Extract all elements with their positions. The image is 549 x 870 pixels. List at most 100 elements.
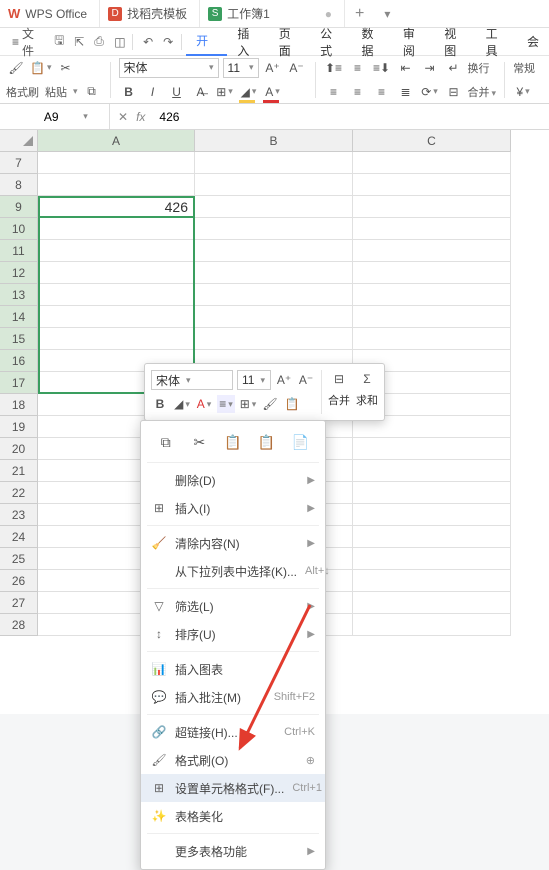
- cell-C9[interactable]: [353, 196, 511, 218]
- cell-B12[interactable]: [195, 262, 353, 284]
- row-header-11[interactable]: 11: [0, 240, 38, 262]
- mini-bold-button[interactable]: B: [151, 395, 169, 413]
- align-right-icon[interactable]: ≡: [372, 82, 392, 102]
- row-header-15[interactable]: 15: [0, 328, 38, 350]
- cell-C15[interactable]: [353, 328, 511, 350]
- mini-fill-color-button[interactable]: ◢▾: [173, 395, 191, 413]
- cut-icon[interactable]: ✂: [55, 58, 75, 78]
- cell-C11[interactable]: [353, 240, 511, 262]
- menu-item[interactable]: ▽筛选(L)▶: [141, 592, 325, 620]
- row-header-28[interactable]: 28: [0, 614, 38, 636]
- namebox-dropdown-icon[interactable]: ▾: [83, 111, 88, 122]
- border-button[interactable]: ⊞▾: [215, 82, 235, 102]
- cell-B14[interactable]: [195, 306, 353, 328]
- merge-icon[interactable]: ⊟: [444, 82, 464, 102]
- cancel-icon[interactable]: ✕: [118, 110, 128, 124]
- row-header-21[interactable]: 21: [0, 460, 38, 482]
- row-header-25[interactable]: 25: [0, 548, 38, 570]
- row-header-26[interactable]: 26: [0, 570, 38, 592]
- ribbon-tab-tools[interactable]: 工具: [476, 25, 517, 59]
- mini-decrease-font-icon[interactable]: A⁻: [297, 371, 315, 389]
- cell-C26[interactable]: [353, 570, 511, 592]
- cell-C24[interactable]: [353, 526, 511, 548]
- cell-B11[interactable]: [195, 240, 353, 262]
- menu-item[interactable]: 🖌格式刷(O)⊕: [141, 746, 325, 774]
- menu-item[interactable]: 🔗超链接(H)...Ctrl+K: [141, 718, 325, 746]
- row-header-13[interactable]: 13: [0, 284, 38, 306]
- align-center-icon[interactable]: ≡: [348, 82, 368, 102]
- indent-left-icon[interactable]: ⇤: [396, 58, 416, 78]
- cell-B8[interactable]: [195, 174, 353, 196]
- orientation-icon[interactable]: ⟳▾: [420, 82, 440, 102]
- cell-A14[interactable]: [38, 306, 195, 328]
- menu-item[interactable]: 更多表格功能▶: [141, 837, 325, 865]
- cell-C21[interactable]: [353, 460, 511, 482]
- clipboard-icon[interactable]: 📄: [289, 431, 311, 453]
- ribbon-tab-more[interactable]: 会: [517, 33, 549, 50]
- cell-C22[interactable]: [353, 482, 511, 504]
- mini-font-color-button[interactable]: A▾: [195, 395, 213, 413]
- select-all-corner[interactable]: [0, 130, 38, 152]
- row-header-22[interactable]: 22: [0, 482, 38, 504]
- tab-template[interactable]: D 找稻壳模板: [100, 0, 200, 27]
- paste-icon[interactable]: 📋: [222, 431, 244, 453]
- new-tab-button[interactable]: +: [345, 5, 374, 23]
- formula-input[interactable]: [153, 110, 549, 124]
- underline-button[interactable]: U: [167, 82, 187, 102]
- font-name-select[interactable]: 宋体▾: [119, 58, 219, 78]
- italic-button[interactable]: I: [143, 82, 163, 102]
- align-bottom-icon[interactable]: ≡⬇: [372, 58, 392, 78]
- menu-item[interactable]: ✨表格美化: [141, 802, 325, 830]
- font-color-button[interactable]: A▾: [263, 82, 283, 102]
- name-box[interactable]: ▾: [0, 104, 110, 129]
- redo-icon[interactable]: ↷: [157, 28, 177, 55]
- print-icon[interactable]: ⎙: [88, 28, 108, 55]
- cell-A12[interactable]: [38, 262, 195, 284]
- paste-label[interactable]: 粘贴: [45, 84, 67, 100]
- ribbon-tab-review[interactable]: 审阅: [393, 25, 434, 59]
- row-header-17[interactable]: 17: [0, 372, 38, 394]
- number-format-select[interactable]: 常规: [513, 60, 535, 76]
- cell-B13[interactable]: [195, 284, 353, 306]
- tab-menu-button[interactable]: ▾: [374, 7, 400, 21]
- copy-icon[interactable]: ⧉: [155, 431, 177, 453]
- mini-merge-label[interactable]: 合并: [328, 392, 350, 408]
- tab-workbook[interactable]: S 工作簿1 ●: [200, 0, 345, 27]
- mini-increase-font-icon[interactable]: A⁺: [275, 371, 293, 389]
- cell-C23[interactable]: [353, 504, 511, 526]
- mini-font-size[interactable]: 11▾: [237, 370, 271, 390]
- tab-wps-office[interactable]: W WPS Office: [0, 0, 100, 27]
- preview-icon[interactable]: ◫: [108, 28, 128, 55]
- cell-C14[interactable]: [353, 306, 511, 328]
- strike-button[interactable]: A̶: [191, 82, 211, 102]
- cell-reference-input[interactable]: [21, 110, 81, 124]
- align-top-icon[interactable]: ⬆≡: [324, 58, 344, 78]
- ribbon-tab-view[interactable]: 视图: [434, 25, 475, 59]
- cell-A10[interactable]: [38, 218, 195, 240]
- menu-item[interactable]: 🧹清除内容(N)▶: [141, 529, 325, 557]
- align-left-icon[interactable]: ≡: [324, 82, 344, 102]
- paste-special-icon[interactable]: 📋: [256, 431, 278, 453]
- menu-item[interactable]: ⊞设置单元格格式(F)...Ctrl+1: [141, 774, 325, 802]
- bold-button[interactable]: B: [119, 82, 139, 102]
- copy-icon[interactable]: ⧉: [82, 82, 102, 102]
- mini-sum-icon[interactable]: Σ: [358, 370, 376, 388]
- align-middle-icon[interactable]: ≡: [348, 58, 368, 78]
- col-header-C[interactable]: C: [353, 130, 511, 152]
- row-header-10[interactable]: 10: [0, 218, 38, 240]
- col-header-B[interactable]: B: [195, 130, 353, 152]
- row-header-7[interactable]: 7: [0, 152, 38, 174]
- cell-B9[interactable]: [195, 196, 353, 218]
- menu-item[interactable]: 删除(D)▶: [141, 466, 325, 494]
- indent-right-icon[interactable]: ⇥: [420, 58, 440, 78]
- ribbon-tab-page[interactable]: 页面: [269, 25, 310, 59]
- mini-font-name[interactable]: 宋体▾: [151, 370, 233, 390]
- cut-icon[interactable]: ✂: [188, 431, 210, 453]
- row-header-8[interactable]: 8: [0, 174, 38, 196]
- row-header-27[interactable]: 27: [0, 592, 38, 614]
- format-painter-icon[interactable]: 🖌: [6, 58, 26, 78]
- fill-color-button[interactable]: ◢▾: [239, 82, 259, 102]
- pin-icon[interactable]: ⊕: [306, 754, 315, 767]
- paste-icon[interactable]: 📋▾: [30, 58, 51, 78]
- wrap-text-icon[interactable]: ↵: [444, 58, 464, 78]
